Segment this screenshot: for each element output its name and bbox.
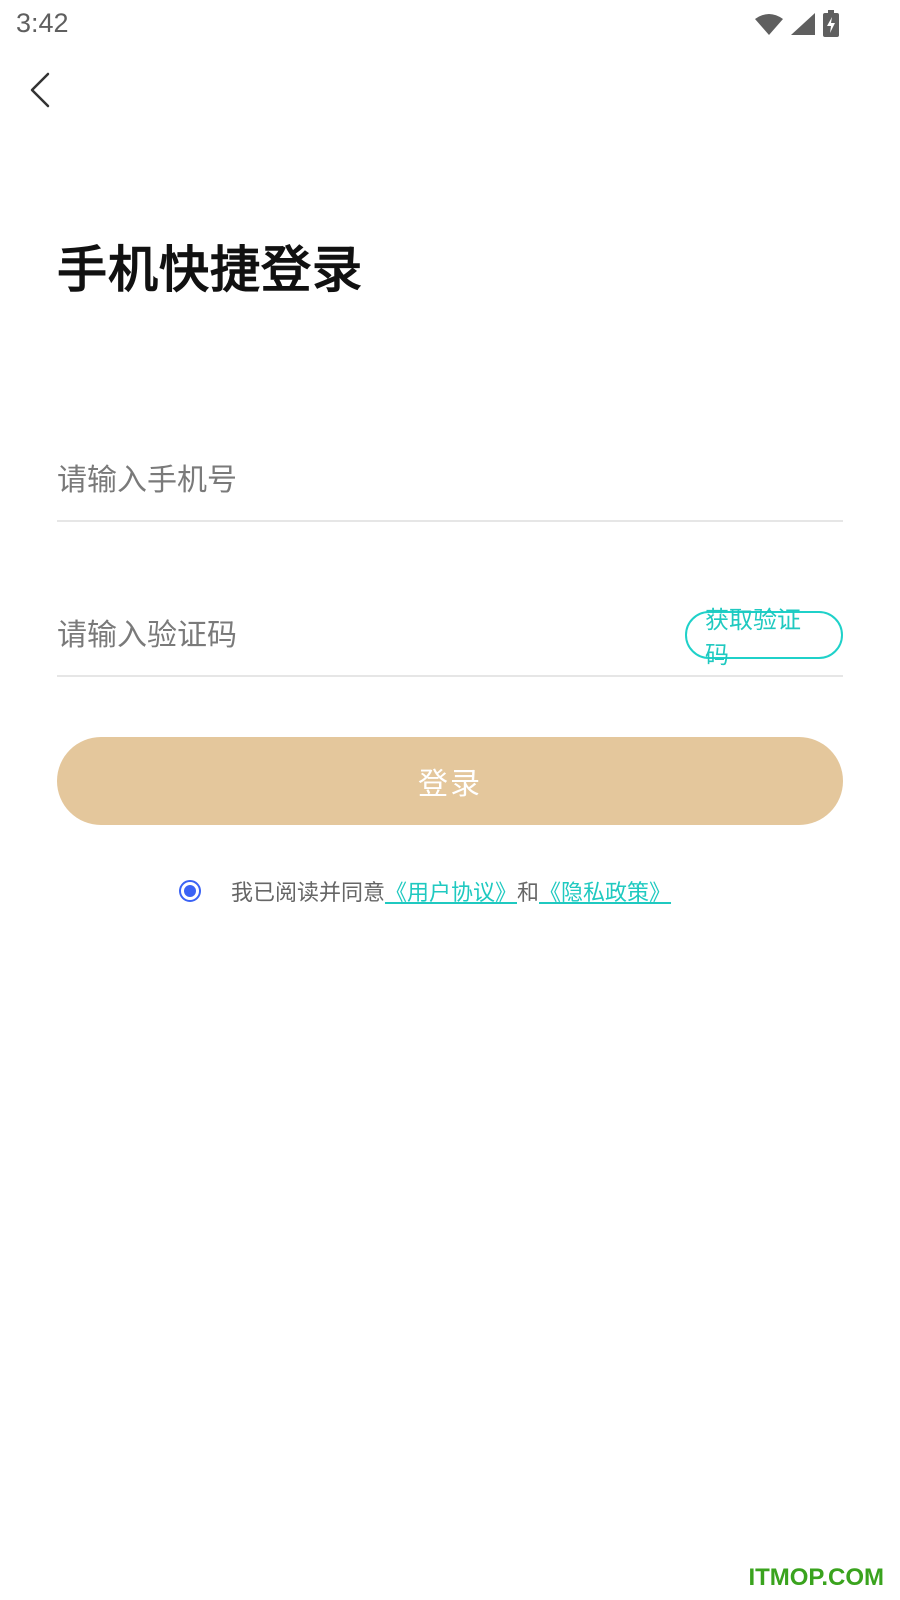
verification-code-input[interactable] (57, 617, 617, 653)
page-title: 手机快捷登录 (57, 241, 363, 299)
signal-icon (790, 12, 816, 36)
agreement-radio[interactable] (178, 880, 201, 902)
login-screen: 3:42 手机快捷登录 请输入手机号 请输入验证码 获取验证码 登录 我已阅读并… (0, 0, 900, 1600)
agreement-conjunction: 和 (517, 881, 540, 906)
code-field-row: 获取验证码 (57, 595, 843, 677)
user-agreement-link[interactable]: 《用户协议》 (385, 875, 517, 907)
chevron-left-icon (22, 72, 62, 118)
status-time: 3:42 (16, 8, 69, 38)
status-bar: 3:42 (0, 0, 900, 50)
back-button[interactable] (22, 66, 62, 118)
agreement-row: 我已阅读并同意 《用户协议》 和 《隐私政策》 (0, 875, 900, 907)
status-icons (754, 10, 840, 38)
login-button[interactable]: 登录 (57, 737, 843, 825)
agreement-prefix: 我已阅读并同意 (230, 881, 385, 906)
phone-field-row (57, 440, 843, 522)
phone-input[interactable] (57, 462, 617, 498)
wifi-icon (754, 12, 784, 36)
get-code-button[interactable]: 获取验证码 (685, 606, 843, 669)
privacy-policy-link[interactable]: 《隐私政策》 (539, 875, 671, 907)
battery-charging-icon (822, 10, 840, 38)
watermark: ITMOP.COM (748, 1564, 884, 1591)
